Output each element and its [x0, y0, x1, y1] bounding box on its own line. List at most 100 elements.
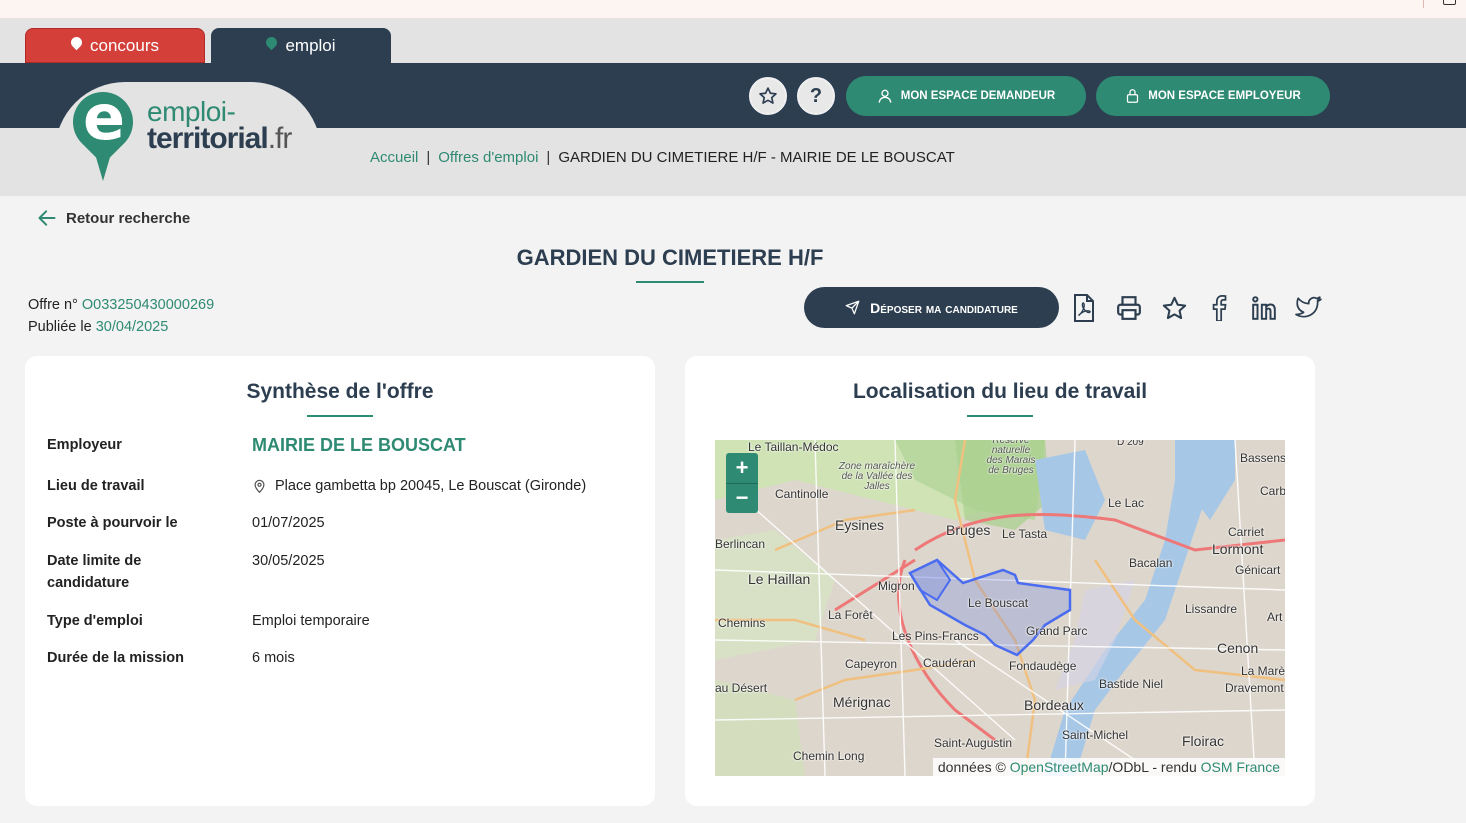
- map-place-label: Berlincan: [715, 537, 766, 551]
- map-place-label: Saint-Michel: [1062, 728, 1129, 742]
- user-icon: [878, 89, 892, 103]
- map-place-label: Lormont: [1212, 541, 1264, 557]
- apply-label: Déposer ma candidature: [870, 299, 1018, 316]
- apply-button[interactable]: Déposer ma candidature: [804, 287, 1059, 328]
- row-label: Durée de la mission: [47, 650, 184, 666]
- zoom-in-button[interactable]: +: [726, 453, 758, 484]
- summary-title: Synthèse de l'offre: [246, 380, 434, 403]
- map-place-label: Capeyron: [845, 657, 898, 671]
- espace-employeur-label: MON ESPACE EMPLOYEUR: [1148, 90, 1301, 102]
- title-underline: [636, 281, 704, 283]
- espace-demandeur-button[interactable]: MON ESPACE DEMANDEUR: [846, 76, 1086, 116]
- breadcrumb-home[interactable]: Accueil: [370, 149, 418, 166]
- location-map[interactable]: + − Le Taillan-Médoc Cantinolle Eysines …: [715, 440, 1285, 776]
- map-place-label: Le Haillan: [748, 571, 811, 587]
- map-road-label: D 209: [1117, 440, 1144, 448]
- map-place-label: Fondaudège: [1009, 659, 1077, 673]
- attribution-mid: /ODbL - rendu: [1108, 759, 1197, 775]
- map-place-label: Chemins: [718, 616, 766, 630]
- row-label: Date limite de candidature: [47, 553, 142, 591]
- linkedin-share-button[interactable]: [1250, 292, 1278, 324]
- row-label: Lieu de travail: [47, 478, 145, 494]
- map-place-label: Art: [1267, 610, 1283, 624]
- tab-emploi[interactable]: emploi: [211, 28, 391, 63]
- logo-letter: e: [82, 81, 126, 154]
- breadcrumb-separator: |: [546, 149, 551, 166]
- employer-name-link[interactable]: MAIRIE DE LE BOUSCAT: [252, 434, 637, 456]
- summary-row-deadline: Date limite de candidature 30/05/2025: [47, 550, 637, 594]
- map-place-label: Mérignac: [833, 694, 891, 710]
- map-place-label: La Forêt: [828, 608, 873, 622]
- offer-number-label: Offre n°: [28, 297, 78, 313]
- row-value: Place gambetta bp 20045, Le Bouscat (Gir…: [252, 475, 637, 497]
- espace-employeur-button[interactable]: MON ESPACE EMPLOYEUR: [1096, 76, 1330, 116]
- map-place-label: La Marèc: [1241, 664, 1285, 678]
- map-place-label: Le Lac: [1108, 496, 1145, 510]
- print-button[interactable]: [1115, 292, 1143, 324]
- summary-row-job-type: Type d'emploi Emploi temporaire: [47, 610, 637, 632]
- favorites-button[interactable]: [749, 77, 787, 115]
- breadcrumb-offers[interactable]: Offres d'emploi: [438, 149, 538, 166]
- help-button[interactable]: ?: [797, 77, 835, 115]
- map-pin-icon: [264, 34, 280, 51]
- window-icon[interactable]: [1443, 0, 1456, 5]
- tab-emploi-label: emploi: [285, 35, 336, 55]
- tab-concours[interactable]: concours: [25, 28, 205, 63]
- row-label: Poste à pourvoir le: [47, 515, 178, 531]
- published-date: 30/04/2025: [95, 319, 169, 335]
- offer-meta: Offre n° O033250430000269 Publiée le 30/…: [28, 294, 214, 338]
- osm-link[interactable]: OpenStreetMap: [1010, 759, 1109, 775]
- twitter-icon: [1295, 296, 1322, 318]
- offer-number: O033250430000269: [81, 297, 215, 313]
- question-icon: ?: [809, 84, 823, 107]
- map-place-label: Le Taillan-Médoc: [748, 440, 839, 454]
- map-place-label: Saint-Augustin: [934, 736, 1013, 750]
- map-pin-icon: [68, 34, 85, 51]
- espace-demandeur-label: MON ESPACE DEMANDEUR: [900, 90, 1056, 102]
- back-to-search-link[interactable]: Retour recherche: [36, 208, 190, 228]
- favorite-offer-button[interactable]: [1160, 292, 1188, 324]
- published-label: Publiée le: [28, 319, 92, 335]
- breadcrumb: Accueil | Offres d'emploi | GARDIEN DU C…: [370, 149, 955, 166]
- map-place-label: Bacalan: [1129, 556, 1173, 570]
- star-icon: [1162, 296, 1186, 319]
- row-label: Type d'emploi: [47, 613, 143, 629]
- map-place-label: Cenon: [1217, 640, 1259, 656]
- summary-row-start-date: Poste à pourvoir le 01/07/2025: [47, 512, 637, 534]
- map-place-label: Grand Parc: [1026, 624, 1088, 638]
- summary-row-employer: Employeur MAIRIE DE LE BOUSCAT: [47, 434, 637, 456]
- map-place-label: Lissandre: [1185, 602, 1238, 616]
- back-to-search-label: Retour recherche: [66, 209, 191, 227]
- breadcrumb-current: GARDIEN DU CIMETIERE H/F - MAIRIE DE LE …: [558, 149, 955, 166]
- map-place-label: Les Pins-Francs: [892, 629, 979, 643]
- map-place-label: Cantinolle: [775, 487, 829, 501]
- facebook-share-button[interactable]: [1205, 292, 1233, 324]
- offer-actions: [1070, 292, 1323, 324]
- arrow-left-icon: [38, 210, 56, 226]
- divider: [1423, 0, 1424, 8]
- map-place-label: au Désert: [715, 681, 768, 695]
- location-title-underline: [967, 415, 1033, 417]
- zoom-out-button[interactable]: −: [726, 484, 758, 514]
- offer-summary-card: Synthèse de l'offre Employeur MAIRIE DE …: [25, 356, 655, 806]
- row-value: Emploi temporaire: [252, 613, 370, 629]
- summary-row-duration: Durée de la mission 6 mois: [47, 647, 637, 669]
- osm-france-link[interactable]: OSM France: [1201, 759, 1280, 775]
- location-pin-icon: [254, 479, 265, 494]
- tab-concours-label: concours: [90, 35, 159, 55]
- location-card: Localisation du lieu de travail + − Le T…: [685, 356, 1315, 806]
- logo-text-line2: territorial.fr: [147, 122, 292, 155]
- map-area-label: Zone maraîchère de la Vallée des Jalles: [838, 461, 916, 492]
- pdf-button[interactable]: [1070, 292, 1098, 324]
- map-place-label: Bastide Niel: [1099, 677, 1164, 691]
- page-title: GARDIEN DU CIMETIERE H/F: [516, 245, 824, 270]
- map-area-label: Réserve naturelle des Marais de Bruges: [986, 440, 1036, 476]
- browser-top-strip: [0, 0, 1466, 19]
- twitter-share-button[interactable]: [1295, 292, 1323, 324]
- map-place-label: Carbon-B: [1260, 484, 1285, 498]
- breadcrumb-separator: |: [426, 149, 431, 166]
- summary-row-workplace: Lieu de travail Place gambetta bp 20045,…: [47, 475, 637, 497]
- map-place-label: Migron: [878, 579, 915, 593]
- map-place-label: Le Tasta: [1002, 527, 1048, 541]
- facebook-icon: [1212, 295, 1227, 321]
